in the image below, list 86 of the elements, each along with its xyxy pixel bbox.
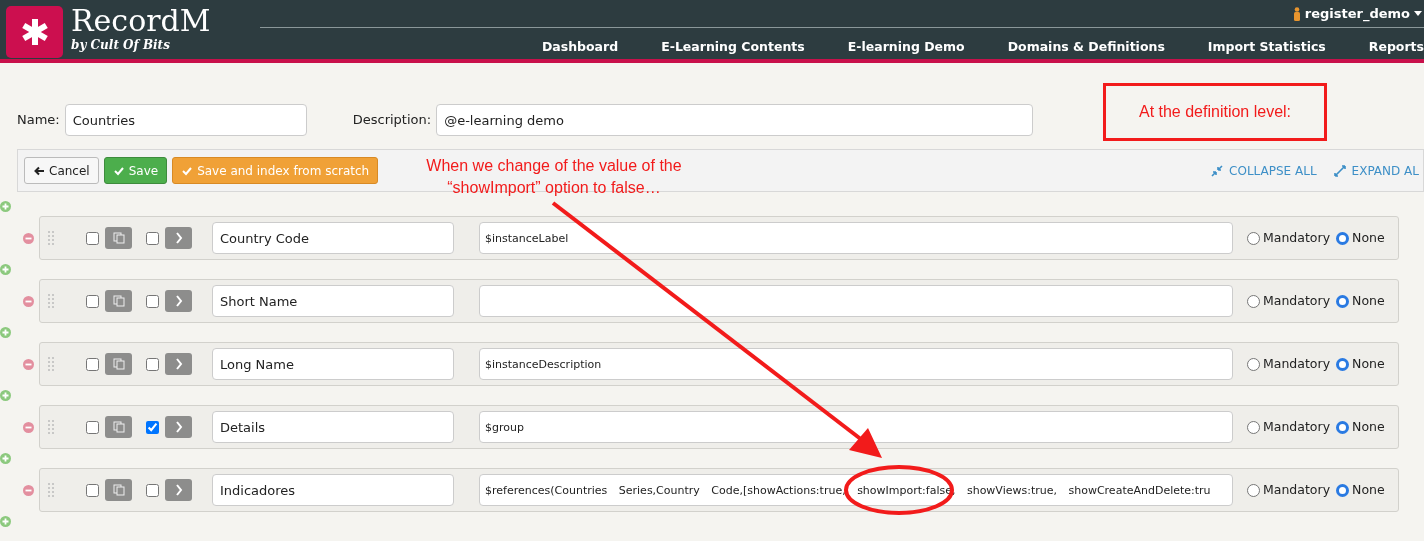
cancel-button[interactable]: Cancel [24,157,99,184]
option-radio[interactable]: None [1336,480,1385,500]
name-field[interactable]: Countries [64,104,307,136]
add-icon[interactable] [0,516,11,527]
row-checkbox[interactable] [86,420,99,434]
row-checkbox[interactable] [86,231,99,245]
copy-icon [112,232,125,244]
copy-button[interactable] [105,227,132,249]
annotation-text: When we change of the value of the “showImport” option to false… [425,156,683,198]
brand-tagline: by Cult Of Bits [71,37,171,54]
option-radio[interactable]: None [1336,417,1385,437]
expand-checkbox[interactable] [146,483,159,497]
expand-checkbox[interactable] [146,294,159,308]
add-icon[interactable] [0,327,11,338]
option-radio[interactable]: Mandatory [1247,480,1331,500]
copy-button[interactable] [105,353,132,375]
arrow-left-icon [33,164,45,177]
user-menu[interactable]: register_demo [1304,3,1410,24]
remove-icon[interactable] [23,358,34,370]
annotation-box: At the definition level: [1103,83,1327,141]
field-name-input[interactable]: Details [212,411,454,443]
row-checkbox[interactable] [86,357,99,371]
copy-button[interactable] [105,479,132,501]
drag-handle-icon[interactable] [48,231,54,245]
option-radio[interactable]: None [1336,291,1385,311]
chevron-right-icon [174,358,183,370]
nav-link[interactable]: Domains & Definitions [964,34,1165,57]
field-label: Name: [17,111,60,130]
option-radio[interactable]: None [1336,354,1385,374]
field-name-input[interactable]: Country Code [212,222,454,254]
collapse-icon [1211,164,1224,177]
row-checkbox[interactable] [86,483,99,497]
copy-icon [112,421,125,433]
nav-link[interactable]: Reports [1325,34,1424,57]
field-description-input[interactable] [479,285,1233,317]
expand-icon [1333,164,1346,177]
expand-checkbox[interactable] [146,357,159,371]
field-name-input[interactable]: Indicadores [212,474,454,506]
row-checkbox[interactable] [86,294,99,308]
chevron-right-icon [174,421,183,433]
remove-icon[interactable] [23,295,34,307]
copy-icon [112,295,125,307]
field-description-input[interactable]: $instanceDescription [479,348,1233,380]
field-name-input[interactable]: Long Name [212,348,454,380]
chevron-right-icon [174,232,183,244]
add-icon[interactable] [0,264,11,275]
person-icon [1292,6,1301,21]
copy-icon [112,484,125,496]
nav-link[interactable]: E-learning Demo [804,34,965,57]
add-icon[interactable] [0,390,11,401]
open-button[interactable] [165,290,192,312]
open-button[interactable] [165,227,192,249]
copy-button[interactable] [105,290,132,312]
expand-checkbox[interactable] [146,231,159,245]
copy-button[interactable] [105,416,132,438]
option-radio[interactable]: None [1336,228,1385,248]
remove-icon[interactable] [23,421,34,433]
chevron-right-icon [174,484,183,496]
drag-handle-icon[interactable] [48,420,54,434]
open-button[interactable] [165,479,192,501]
field-description-input[interactable]: $group [479,411,1233,443]
expand-checkbox[interactable] [146,420,159,434]
open-button[interactable] [165,416,192,438]
option-radio[interactable]: Mandatory [1247,354,1331,374]
field-label: Description: [352,111,432,130]
drag-handle-icon[interactable] [48,357,54,371]
add-icon[interactable] [0,201,11,212]
copy-icon [112,358,125,370]
description-field[interactable]: @e-learning demo [436,104,1034,136]
chevron-right-icon [174,295,183,307]
caret-icon[interactable] [1414,11,1422,16]
option-radio[interactable]: Mandatory [1247,228,1331,248]
nav-link[interactable]: Dashboard [498,34,619,57]
brand-name: RecordM [71,6,211,36]
remove-icon[interactable] [23,232,34,244]
drag-handle-icon[interactable] [48,483,54,497]
field-description-input[interactable]: $instanceLabel [479,222,1233,254]
nav-link[interactable]: E-Learning Contents [618,34,805,57]
nav-link[interactable]: Import Statistics [1164,34,1326,57]
open-button[interactable] [165,353,192,375]
option-radio[interactable]: Mandatory [1247,417,1331,437]
field-name-input[interactable]: Short Name [212,285,454,317]
add-icon[interactable] [0,453,11,464]
remove-icon[interactable] [23,484,34,496]
option-radio[interactable]: Mandatory [1247,291,1331,311]
drag-handle-icon[interactable] [48,294,54,308]
